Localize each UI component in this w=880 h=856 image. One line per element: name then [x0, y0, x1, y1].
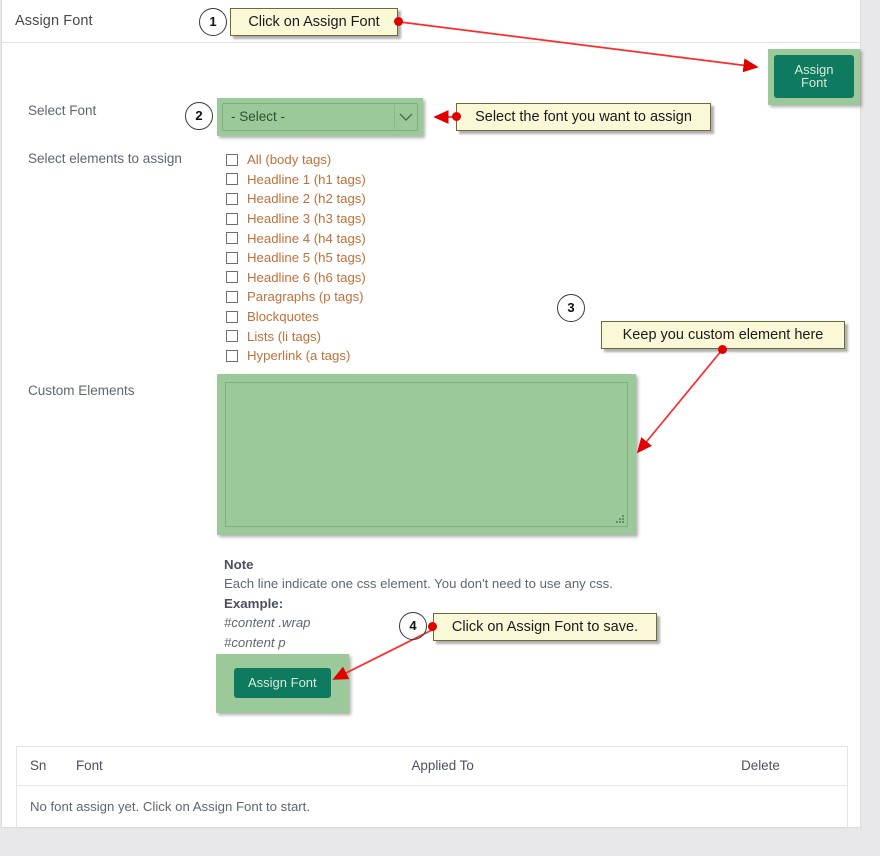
checkbox-input[interactable]: [226, 271, 238, 283]
assigned-fonts-table: Sn Font Applied To Delete No font assign…: [16, 746, 848, 829]
screenshot-root: Assign Font Assign Font Select Font - Se…: [0, 0, 880, 856]
checkbox-input[interactable]: [226, 330, 238, 342]
checkbox-label[interactable]: Blockquotes: [247, 309, 319, 324]
note-example-line-1: #content .wrap: [224, 613, 613, 633]
assign-font-bottom-highlight: Assign Font: [216, 654, 349, 713]
assign-font-panel: Assign Font Assign Font Select Font - Se…: [1, 0, 861, 828]
checkbox-row[interactable]: Headline 6 (h6 tags): [226, 268, 366, 288]
note-block: Note Each line indicate one css element.…: [224, 555, 613, 653]
checkbox-input[interactable]: [226, 291, 238, 303]
table-header-sn: Sn: [17, 747, 76, 786]
assign-font-top-button[interactable]: Assign Font: [774, 55, 854, 98]
note-example-line-2: #content p: [224, 633, 613, 653]
checkbox-row[interactable]: Headline 3 (h3 tags): [226, 209, 366, 229]
checkbox-row[interactable]: Headline 5 (h5 tags): [226, 248, 366, 268]
checkbox-input[interactable]: [226, 193, 238, 205]
element-checkbox-list: All (body tags) Headline 1 (h1 tags) Headl…: [226, 150, 366, 366]
checkbox-label[interactable]: Paragraphs (p tags): [247, 289, 364, 304]
checkbox-label[interactable]: All (body tags): [247, 152, 331, 167]
page-title: Assign Font: [15, 13, 93, 29]
checkbox-row[interactable]: All (body tags): [226, 150, 366, 170]
assign-font-top-highlight: Assign Font: [768, 49, 860, 105]
checkbox-row[interactable]: Paragraphs (p tags): [226, 287, 366, 307]
checkbox-label[interactable]: Headline 6 (h6 tags): [247, 270, 366, 285]
resize-grip-icon[interactable]: [615, 514, 624, 523]
checkbox-label[interactable]: Headline 3 (h3 tags): [247, 211, 366, 226]
chevron-down-icon[interactable]: [394, 105, 416, 129]
checkbox-label[interactable]: Hyperlink (a tags): [247, 348, 350, 363]
table-header-font: Font: [76, 747, 412, 786]
checkbox-row[interactable]: Hyperlink (a tags): [226, 346, 366, 366]
checkbox-label[interactable]: Headline 5 (h5 tags): [247, 250, 366, 265]
checkbox-label[interactable]: Lists (li tags): [247, 329, 321, 344]
checkbox-input[interactable]: [226, 154, 238, 166]
table-empty-message: No font assign yet. Click on Assign Font…: [17, 786, 848, 829]
custom-elements-label: Custom Elements: [28, 383, 135, 398]
select-font-dropdown[interactable]: - Select -: [222, 103, 418, 131]
checkbox-input[interactable]: [226, 232, 238, 244]
table-header-applied-to: Applied To: [412, 747, 742, 786]
custom-elements-textarea[interactable]: [225, 382, 628, 527]
select-font-value: - Select -: [231, 109, 285, 124]
select-elements-label: Select elements to assign: [28, 151, 182, 166]
checkbox-row[interactable]: Headline 1 (h1 tags): [226, 170, 366, 190]
table-header-delete: Delete: [741, 747, 847, 786]
table-header-row: Sn Font Applied To Delete: [17, 747, 848, 786]
checkbox-row[interactable]: Headline 2 (h2 tags): [226, 189, 366, 209]
checkbox-row[interactable]: Headline 4 (h4 tags): [226, 228, 366, 248]
custom-elements-highlight: [217, 374, 636, 535]
checkbox-label[interactable]: Headline 2 (h2 tags): [247, 191, 366, 206]
panel-header: Assign Font: [2, 0, 860, 43]
checkbox-input[interactable]: [226, 173, 238, 185]
note-title: Note: [224, 555, 613, 574]
select-font-label: Select Font: [28, 103, 96, 118]
checkbox-input[interactable]: [226, 213, 238, 225]
checkbox-input[interactable]: [226, 350, 238, 362]
checkbox-input[interactable]: [226, 311, 238, 323]
checkbox-label[interactable]: Headline 1 (h1 tags): [247, 172, 366, 187]
table-row: No font assign yet. Click on Assign Font…: [17, 786, 848, 829]
note-example-title: Example:: [224, 594, 613, 613]
checkbox-label[interactable]: Headline 4 (h4 tags): [247, 231, 366, 246]
checkbox-input[interactable]: [226, 252, 238, 264]
checkbox-row[interactable]: Lists (li tags): [226, 326, 366, 346]
note-text: Each line indicate one css element. You …: [224, 574, 613, 594]
checkbox-row[interactable]: Blockquotes: [226, 307, 366, 327]
select-font-highlight: - Select -: [217, 98, 423, 136]
assign-font-bottom-button[interactable]: Assign Font: [234, 668, 331, 698]
